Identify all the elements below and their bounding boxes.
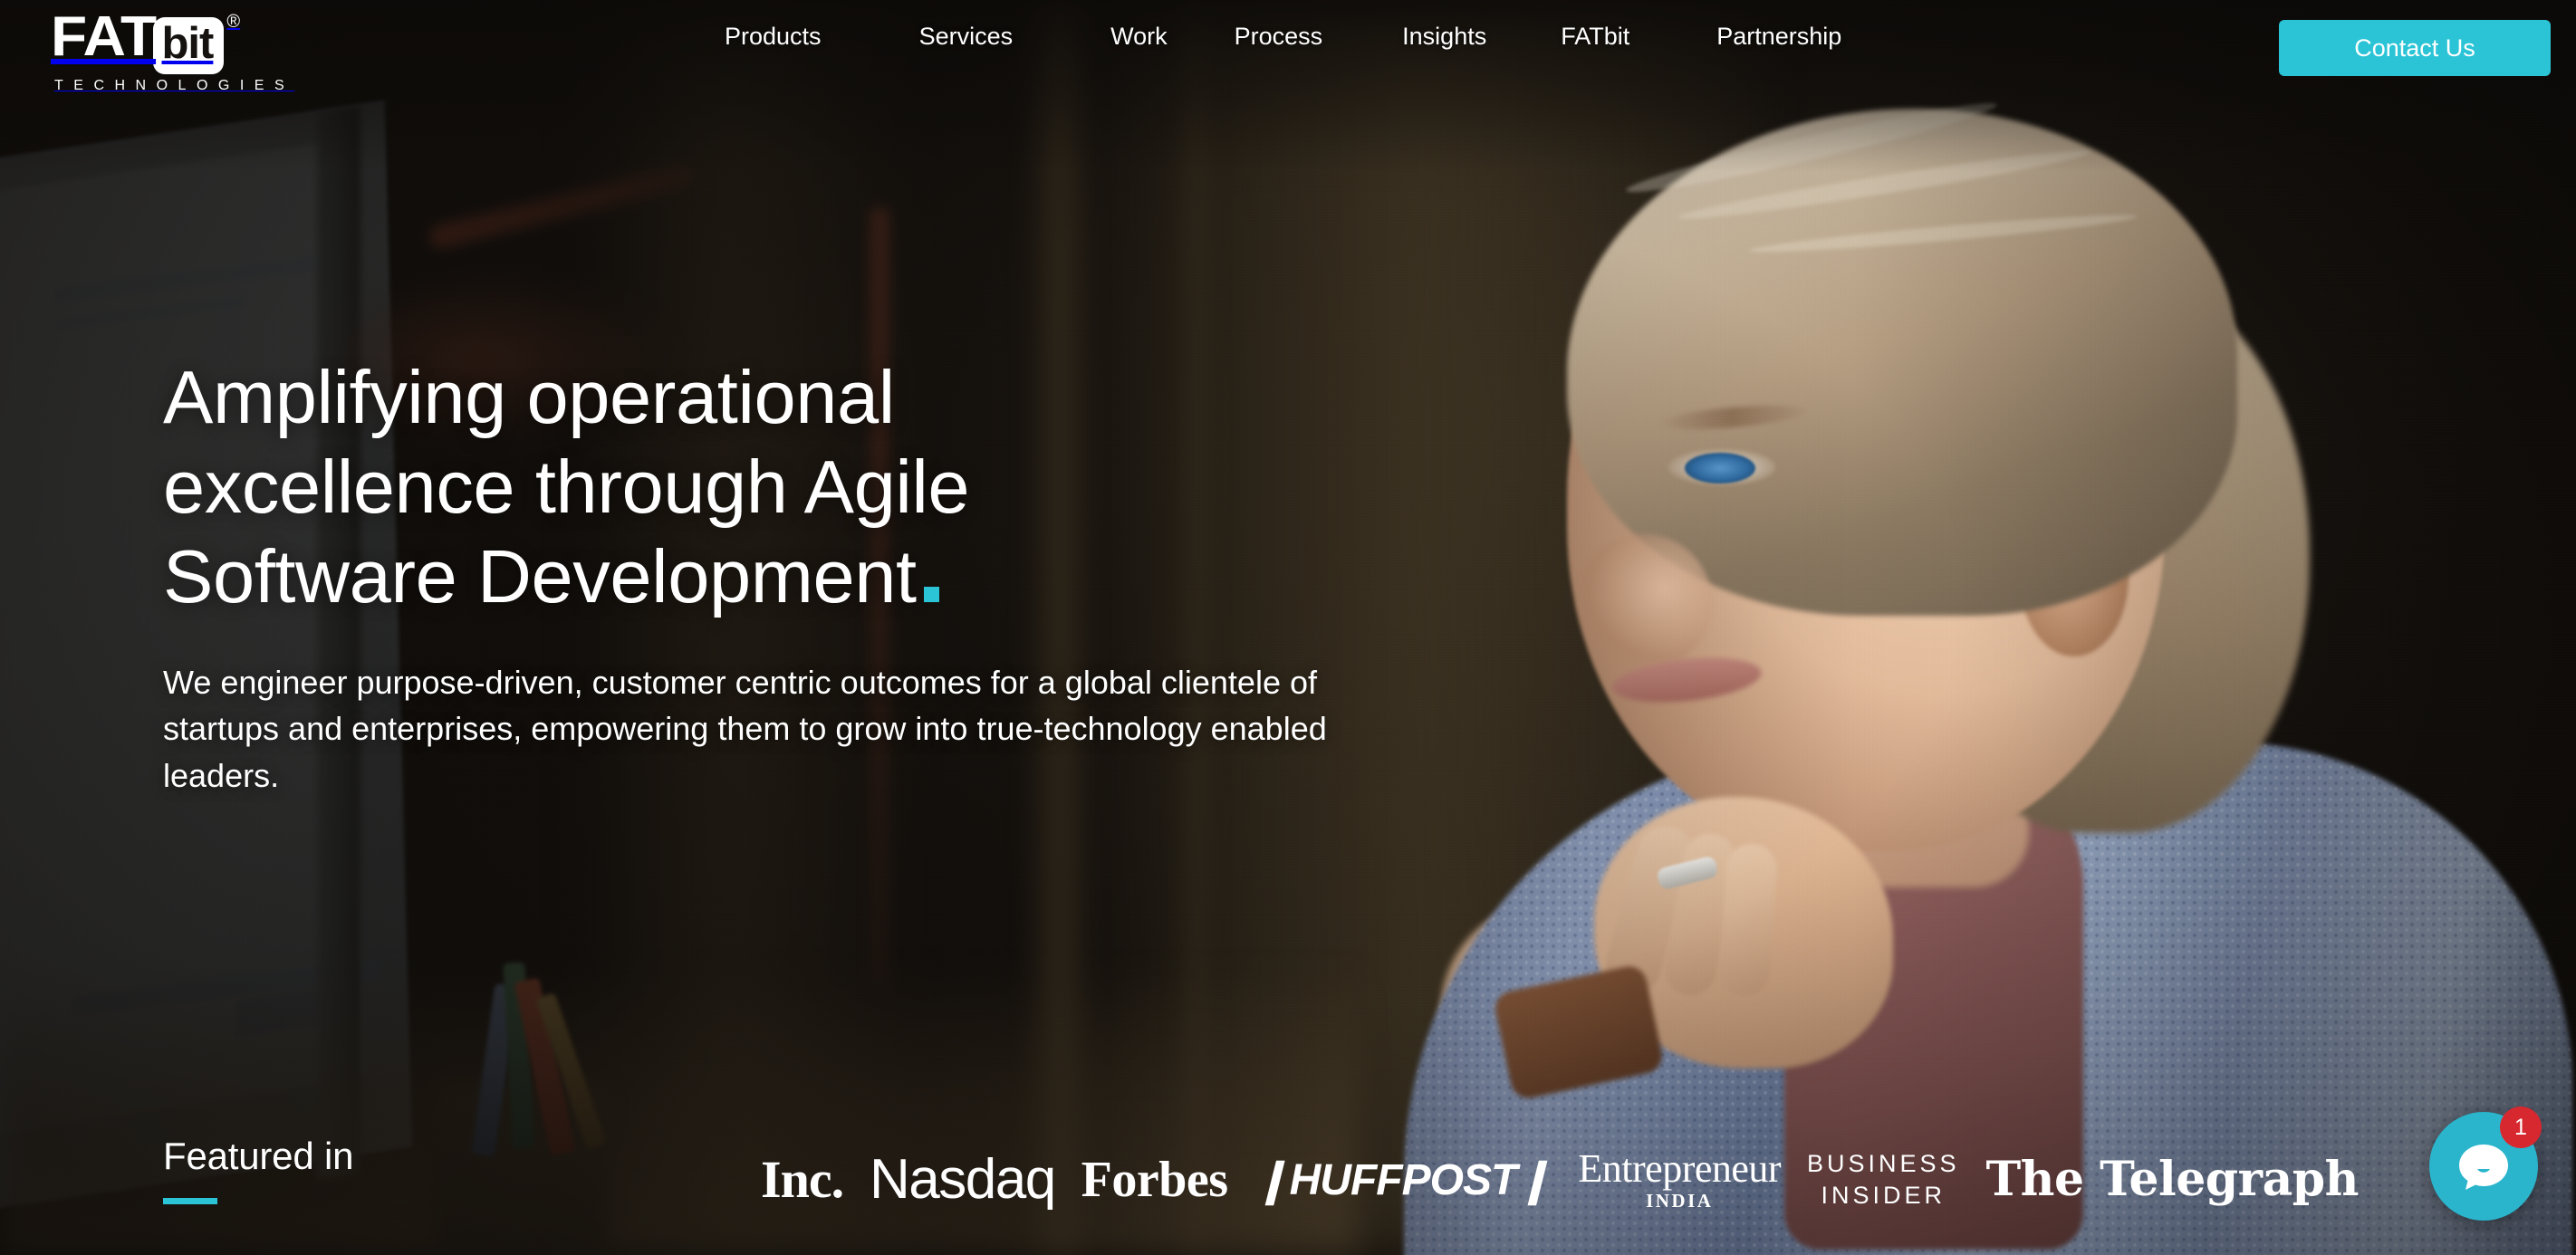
press-logo-business-insider-line-2: INSIDER <box>1821 1181 1946 1209</box>
primary-navigation: Products Services Work Process Insights … <box>725 0 1841 72</box>
featured-in-underline <box>163 1198 217 1204</box>
brand-logo-tagline: TECHNOLOGIES <box>54 78 295 93</box>
registered-trademark-icon: ® <box>226 12 241 32</box>
nav-item-work[interactable]: Work <box>1110 23 1168 51</box>
press-logo-forbes[interactable]: Forbes <box>1081 1151 1228 1209</box>
hero-subtitle: We engineer purpose-driven, customer cen… <box>163 664 1327 794</box>
brand-logo-fat: FAT <box>51 5 157 68</box>
hero-stage: FAT bit ® TECHNOLOGIES Products Services… <box>0 0 2576 1255</box>
hero-copy: Amplifying operational excellence throug… <box>163 353 1449 799</box>
nav-item-services[interactable]: Services <box>919 23 1014 51</box>
press-logo-list: Inc. Nasdaq Forbes ❙HUFFPOST❙ Entreprene… <box>761 1147 2359 1212</box>
brand-logo-bit: bit <box>152 17 225 74</box>
brand-logo-wordmark: FAT bit ® <box>51 5 350 74</box>
nav-item-products[interactable]: Products <box>725 23 822 51</box>
press-logo-business-insider-line-1: BUSINESS <box>1807 1149 1960 1177</box>
press-logo-entrepreneur[interactable]: Entrepreneur INDIA <box>1578 1145 1782 1212</box>
hero-title: Amplifying operational excellence throug… <box>163 353 1449 621</box>
featured-in-strip: Featured in Inc. Nasdaq Forbes ❙HUFFPOST… <box>0 1083 2576 1255</box>
brand-logo[interactable]: FAT bit ® TECHNOLOGIES <box>51 5 350 94</box>
photo-person-nose <box>1576 534 1712 670</box>
nav-item-insights[interactable]: Insights <box>1402 23 1486 51</box>
accent-period-icon <box>923 586 939 602</box>
photo-person-finger <box>1717 842 1779 998</box>
hero-title-line-3: Software Development <box>163 533 917 618</box>
press-logo-nasdaq[interactable]: Nasdaq <box>870 1147 1056 1212</box>
nav-item-process[interactable]: Process <box>1235 23 1323 51</box>
site-header: FAT bit ® TECHNOLOGIES Products Services… <box>0 0 2576 93</box>
hero-title-line-1: Amplifying operational <box>163 355 895 439</box>
chat-widget-button[interactable]: 1 <box>2429 1107 2542 1221</box>
featured-in-label-group: Featured in <box>163 1135 353 1204</box>
chat-unread-badge: 1 <box>2500 1107 2542 1148</box>
press-logo-huffpost[interactable]: ❙HUFFPOST❙ <box>1254 1154 1552 1205</box>
contact-us-button[interactable]: Contact Us <box>2279 20 2551 76</box>
press-logo-inc[interactable]: Inc. <box>761 1149 844 1210</box>
featured-in-label: Featured in <box>163 1135 354 1177</box>
press-logo-entrepreneur-name: Entrepreneur <box>1578 1145 1782 1191</box>
press-logo-business-insider[interactable]: BUSINESS INSIDER <box>1807 1148 1960 1211</box>
press-logo-entrepreneur-edition: INDIA <box>1646 1189 1714 1212</box>
press-logo-telegraph[interactable]: The Telegraph <box>1985 1152 2359 1207</box>
nav-item-partnership[interactable]: Partnership <box>1716 23 1841 51</box>
hero-title-line-2: excellence through Agile <box>163 444 970 529</box>
photo-person-eye <box>1685 453 1755 484</box>
nav-item-fatbit[interactable]: FATbit <box>1561 23 1629 51</box>
